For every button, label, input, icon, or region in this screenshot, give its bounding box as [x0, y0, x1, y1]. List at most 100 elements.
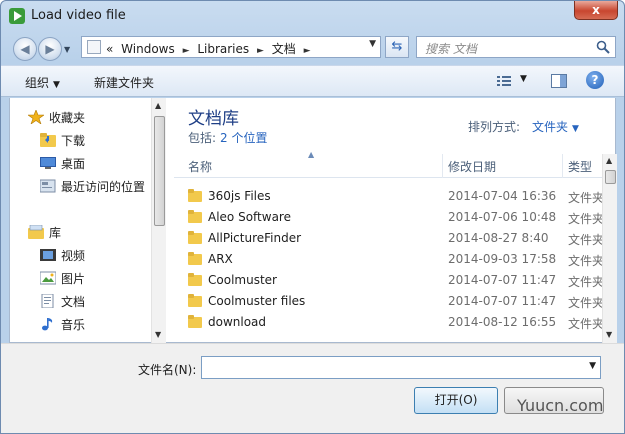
sidebar-item-libraries[interactable]: 库: [28, 224, 61, 244]
view-options-dropdown-icon[interactable]: ▼: [520, 74, 527, 84]
file-type: 文件夹: [568, 254, 604, 268]
column-divider[interactable]: [562, 154, 563, 178]
sidebar-item-music[interactable]: 音乐: [40, 316, 85, 336]
table-row[interactable]: download 2014-08-12 16:55 文件夹: [174, 312, 604, 343]
chevron-right-icon[interactable]: ►: [183, 46, 190, 56]
load-video-dialog: Load video file x ◀ ▶ ▼ « Windows ► Libr…: [0, 0, 625, 434]
videos-icon: [40, 248, 56, 262]
file-name: download: [208, 315, 267, 329]
sidebar-item-desktop[interactable]: 桌面: [40, 155, 85, 175]
downloads-folder-icon: [40, 133, 56, 147]
column-name[interactable]: 名称: [188, 158, 212, 175]
chevron-down-icon: ▼: [572, 124, 579, 134]
sidebar-item-label: 最近访问的位置: [61, 180, 146, 194]
sidebar-item-downloads[interactable]: 下载: [40, 132, 85, 152]
chevron-right-icon[interactable]: ►: [304, 46, 311, 56]
new-folder-button[interactable]: 新建文件夹: [94, 74, 154, 91]
sidebar-item-recent-places[interactable]: 最近访问的位置: [39, 178, 146, 198]
open-button[interactable]: 打开(O): [414, 387, 498, 414]
file-name: Coolmuster: [208, 273, 277, 287]
library-location-icon: [87, 40, 101, 54]
library-title: 文档库: [188, 109, 239, 129]
search-input[interactable]: 搜索 文档: [416, 36, 616, 58]
filename-field[interactable]: ▼: [201, 356, 601, 379]
back-button[interactable]: ◀: [13, 37, 37, 61]
file-date: 2014-09-03 17:58: [448, 252, 557, 266]
refresh-button[interactable]: ⇆: [385, 36, 409, 58]
change-view-icon[interactable]: [496, 74, 512, 88]
folder-icon: [188, 273, 202, 286]
file-type: 文件夹: [568, 275, 604, 289]
sidebar-item-pictures[interactable]: 图片: [39, 270, 85, 290]
scroll-up-icon[interactable]: ▲: [606, 156, 612, 165]
file-type: 文件夹: [568, 296, 604, 310]
command-toolbar: 组织 ▼ 新建文件夹 ▼ ?: [1, 65, 624, 97]
library-includes: 包括: 2 个位置: [188, 129, 268, 146]
table-row[interactable]: 360js Files 2014-07-04 16:36 文件夹: [174, 186, 604, 207]
address-bar[interactable]: « Windows ► Libraries ► 文档 ► ▼: [81, 36, 381, 58]
music-icon: [40, 317, 56, 331]
file-name: Coolmuster files: [208, 294, 306, 308]
file-list-pane: 文档库 包括: 2 个位置 排列方式: 文件夹 ▼ ▲ 名称 修改日期 类型 360…: [174, 98, 617, 343]
scroll-down-icon[interactable]: ▼: [155, 330, 161, 339]
organize-label: 组织: [25, 76, 50, 90]
recent-places-icon: [39, 179, 56, 193]
title-bar[interactable]: Load video file x: [1, 1, 624, 31]
breadcrumb-libraries[interactable]: Libraries: [197, 42, 249, 56]
folder-icon: [188, 315, 202, 328]
file-name: AllPictureFinder: [208, 231, 302, 245]
sidebar-scrollbar[interactable]: ▲ ▼: [151, 98, 166, 343]
sidebar-item-documents[interactable]: 文档: [40, 293, 85, 313]
file-list-scroll-thumb[interactable]: [605, 170, 616, 184]
file-list-scrollbar[interactable]: ▲ ▼: [602, 154, 617, 343]
search-placeholder: 搜索 文档: [425, 42, 477, 56]
breadcrumb: « Windows ► Libraries ► 文档 ►: [106, 40, 315, 57]
breadcrumb-windows[interactable]: Windows: [121, 42, 175, 56]
breadcrumb-documents[interactable]: 文档: [272, 42, 296, 56]
breadcrumb-overflow[interactable]: «: [106, 42, 113, 56]
desktop-icon: [40, 156, 56, 170]
column-divider[interactable]: [442, 154, 443, 178]
main-content: 收藏夹 下载 桌面 最近访问的位置 库 视频 图片 文档 音乐 ▲ ▼ 文档库 …: [9, 98, 617, 343]
sidebar-scroll-thumb[interactable]: [154, 116, 165, 226]
column-type[interactable]: 类型: [568, 158, 592, 175]
close-button[interactable]: x: [574, 1, 618, 20]
chevron-right-icon[interactable]: ►: [257, 46, 264, 56]
table-row[interactable]: Aleo Software 2014-07-06 10:48 文件夹: [174, 207, 604, 228]
watermark-text: Yuucn.com: [517, 396, 604, 415]
arrange-by-dropdown[interactable]: 文件夹 ▼: [532, 118, 579, 135]
folder-icon: [188, 294, 202, 307]
table-row[interactable]: Coolmuster 2014-07-07 11:47 文件夹: [174, 270, 604, 291]
app-play-icon: [9, 8, 25, 24]
file-date: 2014-08-12 16:55: [448, 315, 557, 329]
sidebar-item-label: 下载: [61, 134, 86, 148]
search-icon[interactable]: [596, 40, 610, 54]
sidebar-item-videos[interactable]: 视频: [40, 247, 85, 267]
file-date: 2014-08-27 8:40: [448, 231, 549, 245]
history-dropdown-icon[interactable]: ▼: [64, 45, 70, 54]
help-icon[interactable]: ?: [586, 71, 604, 89]
back-arrow-icon: ◀: [20, 42, 30, 56]
forward-arrow-icon: ▶: [45, 42, 55, 56]
file-date: 2014-07-06 10:48: [448, 210, 557, 224]
table-row[interactable]: Coolmuster files 2014-07-07 11:47 文件夹: [174, 291, 604, 312]
sidebar-item-label: 库: [49, 226, 62, 240]
table-row[interactable]: AllPictureFinder 2014-08-27 8:40 文件夹: [174, 228, 604, 249]
folder-icon: [188, 210, 202, 223]
scroll-up-icon[interactable]: ▲: [155, 101, 161, 110]
table-row[interactable]: ARX 2014-09-03 17:58 文件夹: [174, 249, 604, 270]
scroll-down-icon[interactable]: ▼: [606, 330, 612, 339]
sidebar-item-favorites[interactable]: 收藏夹: [27, 109, 85, 129]
file-name: ARX: [208, 252, 233, 266]
arrange-by-label: 排列方式:: [468, 120, 521, 134]
organize-button[interactable]: 组织 ▼: [25, 74, 60, 91]
star-icon: [27, 109, 45, 125]
folder-icon: [188, 189, 202, 202]
chevron-down-icon[interactable]: ▼: [589, 361, 596, 371]
locations-link[interactable]: 2 个位置: [220, 131, 267, 145]
column-date-modified[interactable]: 修改日期: [448, 158, 496, 175]
preview-pane-icon[interactable]: [551, 74, 567, 88]
file-date: 2014-07-04 16:36: [448, 189, 557, 203]
chevron-down-icon[interactable]: ▼: [369, 39, 376, 49]
forward-button[interactable]: ▶: [38, 37, 62, 61]
